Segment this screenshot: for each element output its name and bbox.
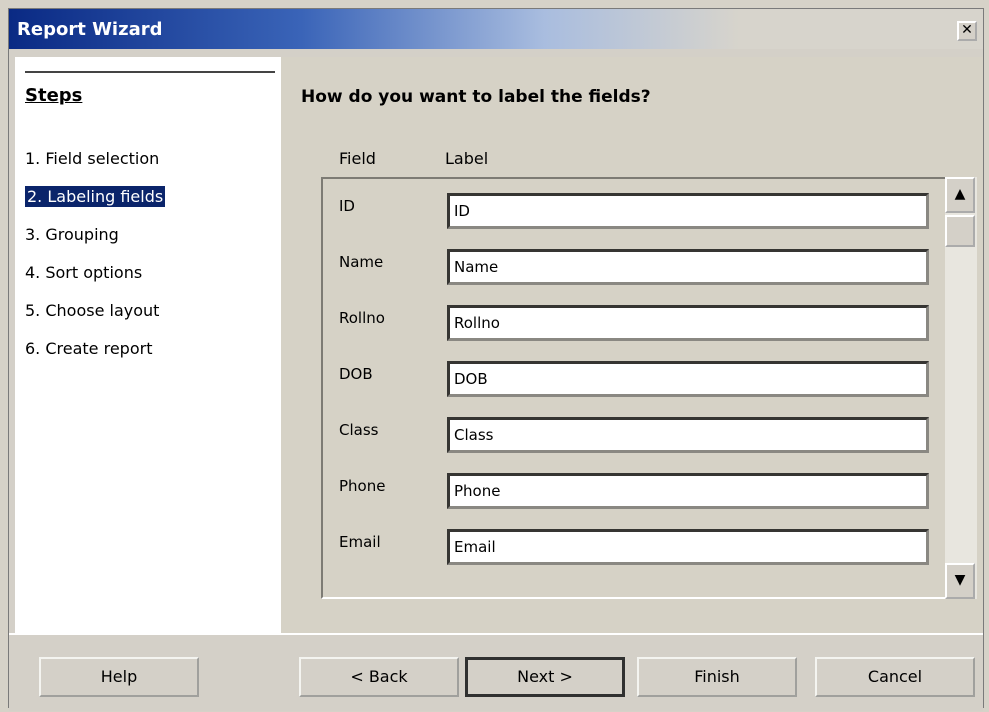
report-wizard-dialog: Report Wizard ✕ Steps 1. Field selection… (8, 8, 984, 711)
field-row: Rollno (323, 301, 935, 357)
field-row: ID (323, 189, 935, 245)
vertical-scrollbar[interactable]: ▲ ▼ (945, 177, 977, 599)
steps-heading: Steps (25, 85, 83, 106)
button-bar: Help < Back Next > Finish Cancel (9, 633, 983, 711)
fields-list: ID Name Rollno DOB Class Phone (321, 177, 977, 599)
field-column-header: Field (339, 149, 376, 168)
label-input[interactable] (447, 473, 929, 509)
close-icon[interactable]: ✕ (957, 21, 977, 41)
step-labeling-fields[interactable]: 2. Labeling fields (25, 183, 166, 221)
field-row: Email (323, 525, 935, 581)
scroll-up-icon[interactable]: ▲ (945, 177, 975, 213)
step-grouping[interactable]: 3. Grouping (25, 221, 165, 259)
label-input[interactable] (447, 305, 929, 341)
steps-divider (25, 71, 275, 73)
field-name: Class (339, 421, 379, 439)
finish-button[interactable]: Finish (637, 657, 797, 697)
label-input[interactable] (447, 417, 929, 453)
label-input[interactable] (447, 193, 929, 229)
steps-list: 1. Field selection 2. Labeling fields 3.… (25, 145, 166, 373)
step-create-report[interactable]: 6. Create report (25, 335, 165, 373)
field-name: Name (339, 253, 384, 271)
scroll-down-icon[interactable]: ▼ (945, 563, 975, 599)
help-button[interactable]: Help (39, 657, 199, 697)
label-input[interactable] (447, 361, 929, 397)
field-row: DOB (323, 357, 935, 413)
step-field-selection[interactable]: 1. Field selection (25, 145, 165, 183)
field-row: Phone (323, 469, 935, 525)
title-bar[interactable]: Report Wizard ✕ (9, 9, 983, 49)
field-name: Email (339, 533, 381, 551)
step-sort-options[interactable]: 4. Sort options (25, 259, 165, 297)
scroll-thumb[interactable] (945, 215, 975, 247)
label-column-header: Label (445, 149, 489, 168)
steps-panel: Steps 1. Field selection 2. Labeling fie… (15, 57, 281, 633)
field-name: Rollno (339, 309, 385, 327)
next-button[interactable]: Next > (465, 657, 625, 697)
label-input[interactable] (447, 529, 929, 565)
field-row: Class (323, 413, 935, 469)
label-input[interactable] (447, 249, 929, 285)
cancel-button[interactable]: Cancel (815, 657, 975, 697)
step-choose-layout[interactable]: 5. Choose layout (25, 297, 165, 335)
content-panel: How do you want to label the fields? Fie… (281, 57, 983, 633)
window-title: Report Wizard (17, 18, 163, 40)
field-row: Name (323, 245, 935, 301)
question-heading: How do you want to label the fields? (301, 87, 651, 107)
field-name: DOB (339, 365, 373, 383)
back-button[interactable]: < Back (299, 657, 459, 697)
field-name: ID (339, 197, 355, 215)
field-name: Phone (339, 477, 386, 495)
